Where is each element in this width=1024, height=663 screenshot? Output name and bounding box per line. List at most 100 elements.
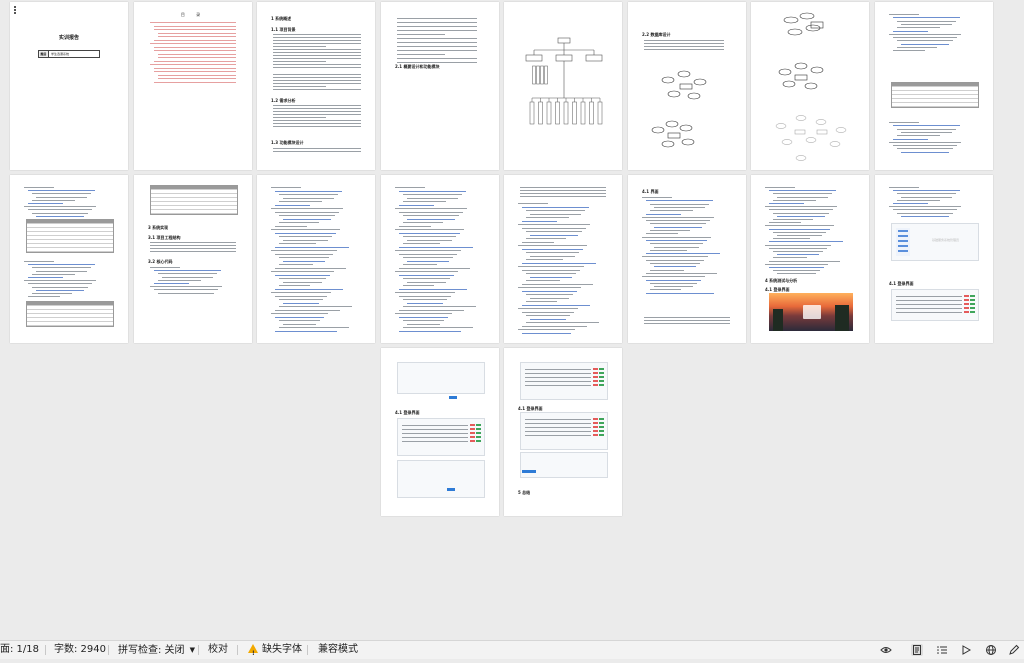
delete-chip bbox=[593, 384, 598, 386]
document-page[interactable]: 2.1 概要设计和功能模块 bbox=[381, 2, 499, 170]
edit-chip bbox=[599, 380, 604, 382]
document-page[interactable]: 目 录 bbox=[134, 2, 252, 170]
page-corner-mark bbox=[142, 158, 146, 162]
code-line bbox=[526, 301, 557, 302]
page-view-icon[interactable] bbox=[911, 644, 923, 656]
compat-mode-label[interactable]: 兼容模式 bbox=[318, 641, 358, 659]
edit-chip bbox=[599, 376, 604, 378]
section-heading: 3.1 项目工程结构 bbox=[148, 235, 181, 240]
proofread-button[interactable]: 校对 bbox=[208, 641, 228, 659]
page-corner-mark bbox=[487, 504, 491, 508]
page-corner-mark bbox=[389, 356, 393, 360]
document-page[interactable]: 4.1 登录界面 5 总结 bbox=[504, 348, 622, 516]
code-line bbox=[646, 239, 707, 241]
web-icon[interactable] bbox=[985, 644, 997, 656]
eye-icon[interactable] bbox=[880, 644, 892, 656]
code-line bbox=[893, 209, 957, 211]
code-line bbox=[893, 30, 928, 32]
code-line bbox=[646, 233, 678, 235]
page-corner-mark bbox=[883, 331, 887, 335]
document-page[interactable] bbox=[751, 2, 869, 170]
table bbox=[150, 185, 238, 215]
document-page[interactable] bbox=[257, 175, 375, 343]
code-line bbox=[279, 215, 335, 216]
code-line bbox=[275, 190, 342, 192]
text-line bbox=[397, 38, 477, 39]
code-line bbox=[522, 283, 593, 285]
code-line bbox=[526, 273, 576, 274]
code-line bbox=[279, 278, 326, 279]
screenshot-image: 基础服务系统管理员 bbox=[891, 223, 979, 261]
toc-entry bbox=[158, 74, 236, 76]
word-count[interactable]: 字数: 2940 bbox=[54, 641, 106, 659]
nav-item bbox=[898, 230, 908, 232]
code-line bbox=[407, 197, 458, 199]
edit-chip bbox=[970, 303, 975, 305]
text-line bbox=[273, 86, 326, 87]
document-page[interactable]: 基础服务系统管理员 4.1 登录界面 bbox=[875, 175, 993, 343]
play-icon[interactable] bbox=[960, 644, 972, 656]
text-line bbox=[397, 26, 477, 27]
document-page[interactable]: 实训报告 题目 学生选课系统 bbox=[10, 2, 128, 170]
code-line bbox=[271, 187, 301, 188]
code-line bbox=[395, 187, 425, 188]
code-line bbox=[526, 210, 585, 211]
page-indicator[interactable]: 面: 1/18 bbox=[0, 641, 39, 659]
spell-check-toggle[interactable]: 拼写检查: 关闭 ▼ bbox=[118, 641, 195, 659]
document-page[interactable] bbox=[10, 175, 128, 343]
page-corner-mark bbox=[116, 10, 120, 14]
page-corner-mark bbox=[363, 331, 367, 335]
edit-chip bbox=[476, 428, 481, 430]
page-corner-mark bbox=[734, 158, 738, 162]
text-line bbox=[644, 317, 730, 318]
pen-icon[interactable] bbox=[1008, 644, 1020, 656]
code-line bbox=[399, 316, 448, 318]
code-line bbox=[526, 217, 569, 218]
code-line bbox=[646, 213, 681, 215]
table-row bbox=[896, 312, 962, 313]
document-page[interactable]: 1 系统概述 1.1 项目背景 1.2 需求分析 1.3 功能模块设计 bbox=[257, 2, 375, 170]
code-line bbox=[650, 282, 697, 284]
code-line bbox=[777, 196, 828, 198]
page-corner-mark bbox=[18, 158, 22, 162]
text-line bbox=[273, 64, 361, 65]
code-line bbox=[901, 215, 949, 217]
document-page[interactable]: 4 系统测试与分析 4.1 登录界面 bbox=[751, 175, 869, 343]
text-line bbox=[273, 117, 326, 118]
page-corner-mark bbox=[610, 331, 614, 335]
document-page[interactable]: 3 系统实现 3.1 项目工程结构 3.2 核心代码 bbox=[134, 175, 252, 343]
code-line bbox=[650, 223, 706, 225]
document-page[interactable] bbox=[504, 175, 622, 343]
delete-chip bbox=[964, 307, 969, 309]
code-line bbox=[777, 273, 816, 275]
code-line bbox=[773, 212, 829, 214]
page-corner-mark bbox=[18, 183, 22, 187]
document-page[interactable] bbox=[504, 2, 622, 170]
code-line bbox=[403, 201, 446, 202]
page-corner-mark bbox=[883, 158, 887, 162]
code-line bbox=[650, 230, 690, 231]
document-page[interactable] bbox=[875, 2, 993, 170]
missing-fonts-button[interactable]: 缺失字体 bbox=[248, 641, 302, 663]
table-row bbox=[525, 373, 591, 374]
section-heading: 1.1 项目背景 bbox=[271, 27, 296, 32]
code-line bbox=[889, 122, 919, 123]
code-line bbox=[399, 225, 431, 227]
text-line bbox=[644, 46, 724, 47]
document-page[interactable]: 2.2 数据库设计 bbox=[628, 2, 746, 170]
page-corner-mark bbox=[857, 183, 861, 187]
screenshot-image bbox=[520, 362, 608, 400]
delete-chip bbox=[593, 376, 598, 378]
text-line bbox=[397, 58, 477, 59]
code-line bbox=[522, 325, 587, 327]
document-page[interactable] bbox=[381, 175, 499, 343]
document-page[interactable]: 4.1 登录界面 bbox=[381, 348, 499, 516]
code-line bbox=[28, 203, 63, 204]
code-line bbox=[765, 206, 837, 208]
code-line bbox=[403, 222, 443, 223]
logo bbox=[14, 6, 20, 14]
page-corner-mark bbox=[389, 10, 393, 14]
outline-icon[interactable] bbox=[936, 644, 948, 656]
code-line bbox=[271, 229, 340, 230]
document-page[interactable]: 4.1 界面 bbox=[628, 175, 746, 343]
